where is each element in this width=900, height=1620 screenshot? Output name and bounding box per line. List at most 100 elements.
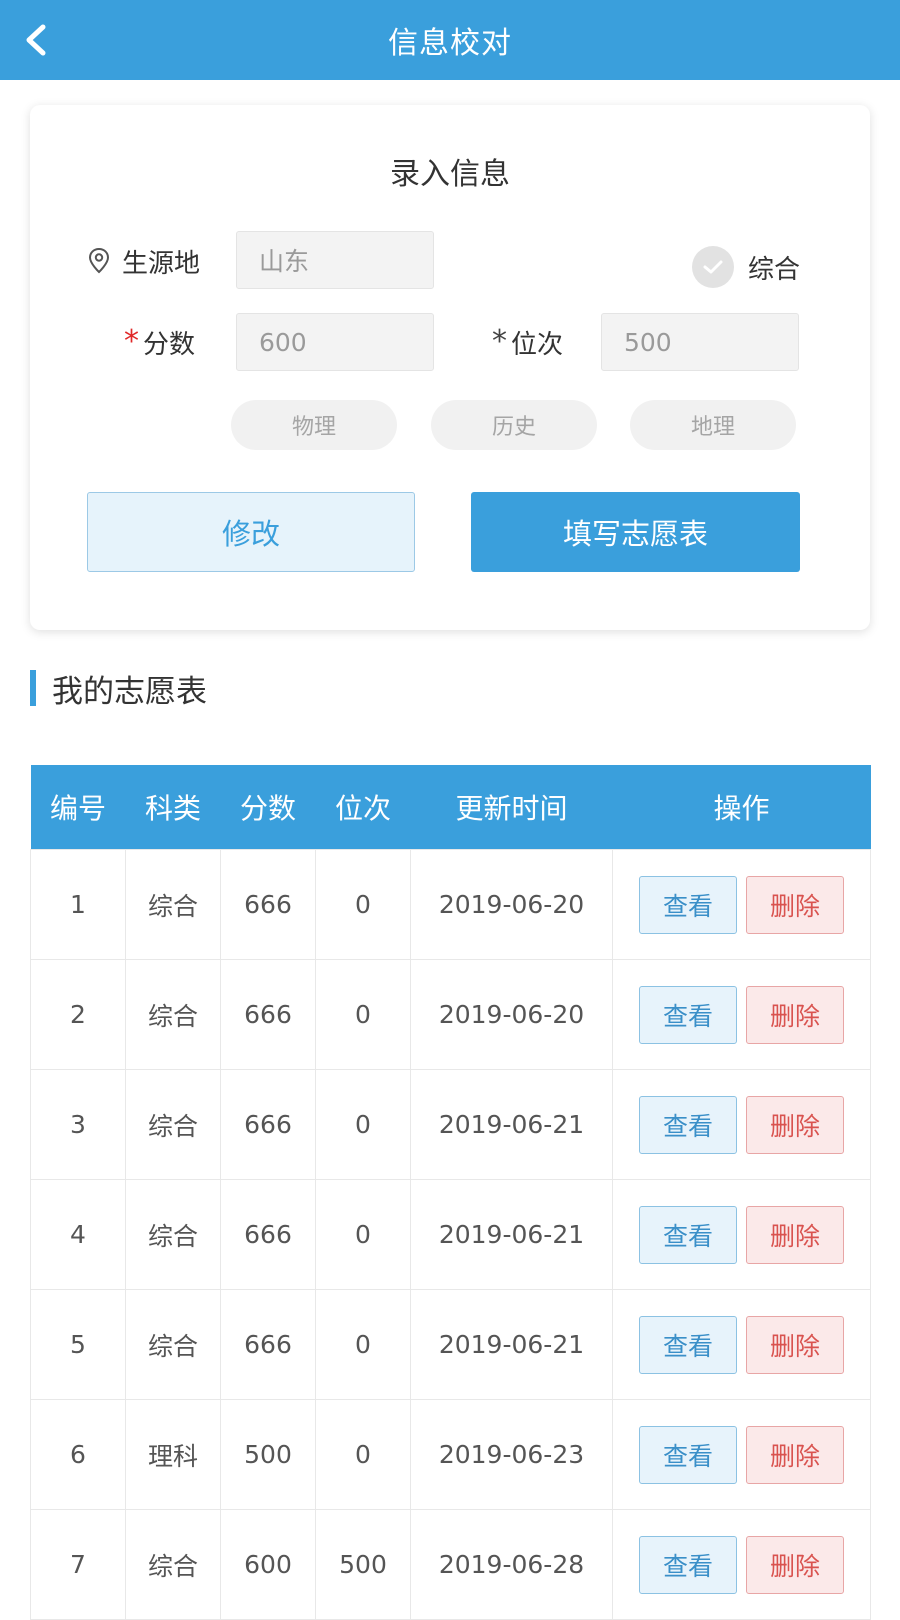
type-option-label: 综合 xyxy=(748,254,801,285)
cell-score: 500 xyxy=(220,1399,316,1510)
section-accent-bar xyxy=(30,670,36,706)
page-title: 信息校对 xyxy=(388,26,512,61)
cell-time: 2019-06-28 xyxy=(410,1509,613,1620)
table-row: 7 综合 600 500 2019-06-28 查看 删除 xyxy=(30,1509,871,1620)
score-input[interactable]: 600 xyxy=(236,313,434,371)
cell-time: 2019-06-20 xyxy=(410,849,613,960)
card-title: 录入信息 xyxy=(390,157,510,192)
delete-button[interactable]: 删除 xyxy=(746,985,844,1044)
cell-actions: 查看 删除 xyxy=(612,1509,871,1620)
cell-rank: 500 xyxy=(315,1509,411,1620)
cell-type: 综合 xyxy=(125,1509,221,1620)
cell-rank: 0 xyxy=(315,959,411,1070)
subject-history[interactable]: 历史 xyxy=(431,400,597,450)
table-row: 1 综合 666 0 2019-06-20 查看 删除 xyxy=(30,849,871,960)
cell-no: 1 xyxy=(30,849,126,960)
origin-label-text: 生源地 xyxy=(122,248,201,279)
cell-score: 600 xyxy=(220,1509,316,1620)
header-actions: 操作 xyxy=(612,765,871,850)
cell-time: 2019-06-23 xyxy=(410,1399,613,1510)
cell-type: 综合 xyxy=(125,959,221,1070)
subject-geography[interactable]: 地理 xyxy=(630,400,796,450)
table-header-row: 编号 科类 分数 位次 更新时间 操作 xyxy=(30,765,871,850)
cell-rank: 0 xyxy=(315,1399,411,1510)
cell-type: 理科 xyxy=(125,1399,221,1510)
score-value: 600 xyxy=(259,327,307,357)
cell-type: 综合 xyxy=(125,849,221,960)
cell-score: 666 xyxy=(220,959,316,1070)
delete-button[interactable]: 删除 xyxy=(746,1205,844,1264)
cell-actions: 查看 删除 xyxy=(612,1289,871,1400)
table-row: 4 综合 666 0 2019-06-21 查看 删除 xyxy=(30,1179,871,1290)
score-label-text: 分数 xyxy=(143,329,196,360)
table-row: 3 综合 666 0 2019-06-21 查看 删除 xyxy=(30,1069,871,1180)
origin-field[interactable]: 山东 xyxy=(236,231,434,289)
cell-no: 4 xyxy=(30,1179,126,1290)
application-table: 编号 科类 分数 位次 更新时间 操作 1 综合 666 0 2019-06-2… xyxy=(30,765,871,1620)
table-row: 6 理科 500 0 2019-06-23 查看 删除 xyxy=(30,1399,871,1510)
rank-input[interactable]: 500 xyxy=(601,313,799,371)
view-button[interactable]: 查看 xyxy=(639,1095,737,1154)
cell-actions: 查看 删除 xyxy=(612,1069,871,1180)
cell-time: 2019-06-21 xyxy=(410,1289,613,1400)
header-score: 分数 xyxy=(220,765,316,850)
cell-actions: 查看 删除 xyxy=(612,1399,871,1510)
chevron-left-icon xyxy=(26,24,46,56)
view-button[interactable]: 查看 xyxy=(639,985,737,1044)
cell-rank: 0 xyxy=(315,849,411,960)
cell-time: 2019-06-21 xyxy=(410,1179,613,1290)
cell-no: 6 xyxy=(30,1399,126,1510)
back-button[interactable] xyxy=(12,16,60,64)
delete-button[interactable]: 删除 xyxy=(746,1095,844,1154)
location-pin-icon xyxy=(88,247,110,274)
view-button[interactable]: 查看 xyxy=(639,1535,737,1594)
cell-time: 2019-06-21 xyxy=(410,1069,613,1180)
info-entry-card: 录入信息 生源地 山东 综合 * 分数 600 * 位次 500 物理 历史 地… xyxy=(30,105,870,630)
cell-actions: 查看 删除 xyxy=(612,959,871,1070)
cell-score: 666 xyxy=(220,1289,316,1400)
cell-no: 7 xyxy=(30,1509,126,1620)
cell-no: 3 xyxy=(30,1069,126,1180)
origin-label: 生源地 xyxy=(88,231,200,291)
edit-button[interactable]: 修改 xyxy=(87,492,415,572)
section-heading: 我的志愿表 xyxy=(30,668,207,710)
cell-time: 2019-06-20 xyxy=(410,959,613,1070)
cell-actions: 查看 删除 xyxy=(612,1179,871,1290)
rank-label-text: 位次 xyxy=(511,329,564,360)
delete-button[interactable]: 删除 xyxy=(746,875,844,934)
header-no: 编号 xyxy=(30,765,126,850)
view-button[interactable]: 查看 xyxy=(639,1425,737,1484)
check-icon xyxy=(703,260,723,274)
cell-rank: 0 xyxy=(315,1289,411,1400)
cell-actions: 查看 删除 xyxy=(612,849,871,960)
header-time: 更新时间 xyxy=(410,765,613,850)
cell-no: 5 xyxy=(30,1289,126,1400)
type-option-composite[interactable]: 综合 xyxy=(692,237,800,297)
rank-label: * 位次 xyxy=(492,312,563,372)
header-type: 科类 xyxy=(125,765,221,850)
fill-application-button[interactable]: 填写志愿表 xyxy=(471,492,800,572)
cell-type: 综合 xyxy=(125,1289,221,1400)
delete-button[interactable]: 删除 xyxy=(746,1425,844,1484)
cell-score: 666 xyxy=(220,1179,316,1290)
cell-rank: 0 xyxy=(315,1069,411,1180)
cell-type: 综合 xyxy=(125,1069,221,1180)
subject-physics[interactable]: 物理 xyxy=(231,400,397,450)
cell-score: 666 xyxy=(220,1069,316,1180)
required-mark-rank: * xyxy=(492,324,507,359)
cell-type: 综合 xyxy=(125,1179,221,1290)
delete-button[interactable]: 删除 xyxy=(746,1315,844,1374)
view-button[interactable]: 查看 xyxy=(639,875,737,934)
table-row: 5 综合 666 0 2019-06-21 查看 删除 xyxy=(30,1289,871,1400)
delete-button[interactable]: 删除 xyxy=(746,1535,844,1594)
top-bar: 信息校对 xyxy=(0,0,900,80)
rank-value: 500 xyxy=(624,327,672,357)
required-mark: * xyxy=(124,324,139,359)
view-button[interactable]: 查看 xyxy=(639,1315,737,1374)
score-label: * 分数 xyxy=(124,312,195,372)
cell-score: 666 xyxy=(220,849,316,960)
view-button[interactable]: 查看 xyxy=(639,1205,737,1264)
origin-value: 山东 xyxy=(259,247,310,276)
section-title: 我的志愿表 xyxy=(52,673,207,710)
cell-no: 2 xyxy=(30,959,126,1070)
